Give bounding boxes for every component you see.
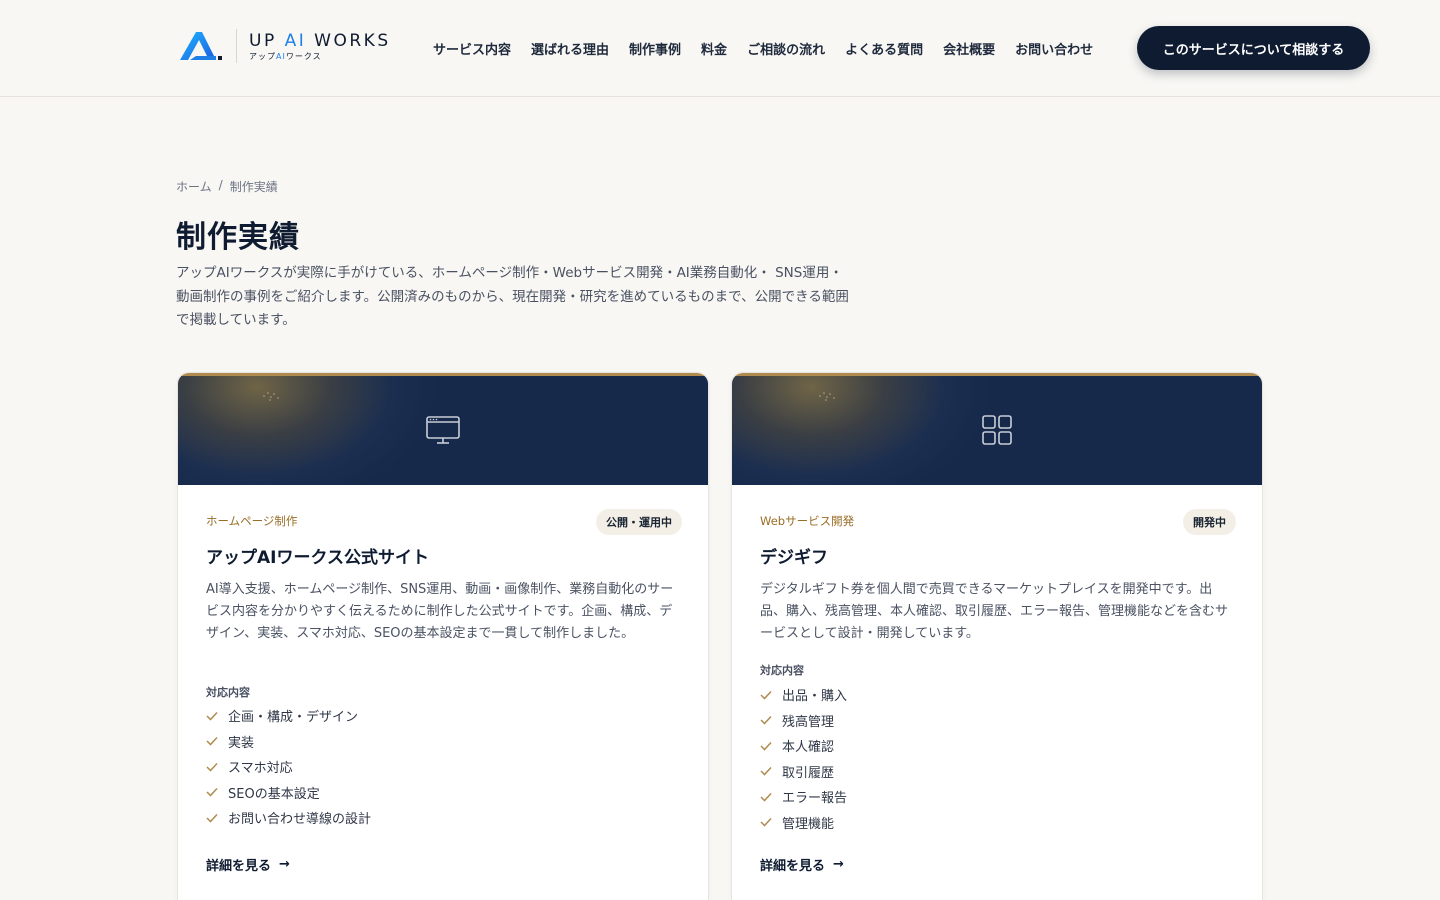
breadcrumb-separator: / xyxy=(218,178,223,192)
brand-logo[interactable]: UP AI WORKS アップAIワークス xyxy=(176,26,391,66)
features-label: 対応内容 xyxy=(760,664,804,677)
check-icon xyxy=(206,762,218,772)
features-list: 企画・構成・デザイン 実装 スマホ対応 SEOの基本設定 お問い合わせ導線の設計 xyxy=(206,703,371,831)
nav-item-faq[interactable]: よくある質問 xyxy=(845,39,923,58)
nav-item-reasons[interactable]: 選ばれる理由 xyxy=(531,39,609,58)
sparkle-decoration xyxy=(819,392,835,401)
list-item: 本人確認 xyxy=(760,733,847,759)
arrow-right-icon: → xyxy=(833,857,844,872)
check-icon xyxy=(760,792,772,802)
breadcrumb-current: 制作実績 xyxy=(229,180,278,194)
check-icon xyxy=(760,767,772,776)
list-item: スマホ対応 xyxy=(206,754,371,780)
check-icon xyxy=(760,716,772,725)
list-item: SEOの基本設定 xyxy=(206,780,371,806)
logo-mark-icon xyxy=(180,32,222,60)
card-title: アップAIワークス公式サイト xyxy=(206,548,429,568)
logo-name: UP AI WORKS xyxy=(249,30,391,51)
nav-item-contact[interactable]: お問い合わせ xyxy=(1015,39,1093,58)
nav-item-company[interactable]: 会社概要 xyxy=(943,39,995,58)
page-description: アップAIワークスが実際に手がけている、ホームページ制作・Webサービス開発・A… xyxy=(176,265,849,328)
list-item: お問い合わせ導線の設計 xyxy=(206,805,371,831)
breadcrumb-home-link[interactable]: ホーム xyxy=(176,178,212,195)
site-header: UP AI WORKS アップAIワークス サービス内容 選ばれる理由 制作事例… xyxy=(0,0,1440,97)
check-icon xyxy=(206,737,218,746)
list-item: 残高管理 xyxy=(760,708,847,734)
check-icon xyxy=(206,711,218,721)
check-icon xyxy=(206,813,218,823)
logo-text: UP AI WORKS アップAIワークス xyxy=(249,31,391,62)
breadcrumb: ホーム / 制作実績 xyxy=(176,178,278,195)
list-item: 企画・構成・デザイン xyxy=(206,703,371,729)
nav-item-services[interactable]: サービス内容 xyxy=(433,39,511,58)
work-card: Webサービス開発 開発中 デジギフ デジタルギフト券を個人間で売買できるマーケ… xyxy=(731,372,1263,900)
detail-link[interactable]: 詳細を見る → xyxy=(206,855,290,874)
check-icon xyxy=(760,690,772,700)
card-title: デジギフ xyxy=(760,548,828,568)
detail-link[interactable]: 詳細を見る → xyxy=(760,855,844,874)
list-item: エラー報告 xyxy=(760,784,847,810)
card-category: ホームページ制作 xyxy=(206,514,298,528)
card-hero xyxy=(178,373,708,485)
sparkle-decoration xyxy=(263,392,279,401)
nav-item-works[interactable]: 制作事例 xyxy=(629,39,681,58)
logo-subtitle: アップAIワークス xyxy=(249,51,322,61)
grid-icon xyxy=(982,415,1012,445)
check-icon xyxy=(760,818,772,827)
features-list: 出品・購入 残高管理 本人確認 取引履歴 エラー報告 管理機能 xyxy=(760,682,847,835)
status-badge: 開発中 xyxy=(1183,509,1236,535)
check-icon xyxy=(760,741,772,751)
card-category: Webサービス開発 xyxy=(760,514,855,528)
page-title: 制作実績 xyxy=(176,220,300,255)
work-card: ホームページ制作 公開・運用中 アップAIワークス公式サイト AI導入支援、ホー… xyxy=(177,372,709,900)
card-hero xyxy=(732,373,1262,485)
check-icon xyxy=(206,788,218,797)
list-item: 管理機能 xyxy=(760,810,847,836)
list-item: 実装 xyxy=(206,729,371,755)
logo-divider xyxy=(236,29,237,63)
card-description: AI導入支援、ホームページ制作、SNS運用、動画・画像制作、業務自動化のサービス… xyxy=(206,582,674,641)
nav-item-pricing[interactable]: 料金 xyxy=(701,39,727,58)
card-description: デジタルギフト券を個人間で売買できるマーケットプレイスを開発中です。出品、購入、… xyxy=(760,582,1229,641)
consult-cta-button[interactable]: このサービスについて相談する xyxy=(1137,26,1370,70)
arrow-right-icon: → xyxy=(279,857,290,872)
nav-item-flow[interactable]: ご相談の流れ xyxy=(747,39,825,58)
list-item: 出品・購入 xyxy=(760,682,847,708)
list-item: 取引履歴 xyxy=(760,759,847,785)
monitor-icon xyxy=(426,416,460,444)
status-badge: 公開・運用中 xyxy=(596,509,682,535)
main-nav: サービス内容 選ばれる理由 制作事例 料金 ご相談の流れ よくある質問 会社概要… xyxy=(433,36,1113,60)
features-label: 対応内容 xyxy=(206,686,250,699)
